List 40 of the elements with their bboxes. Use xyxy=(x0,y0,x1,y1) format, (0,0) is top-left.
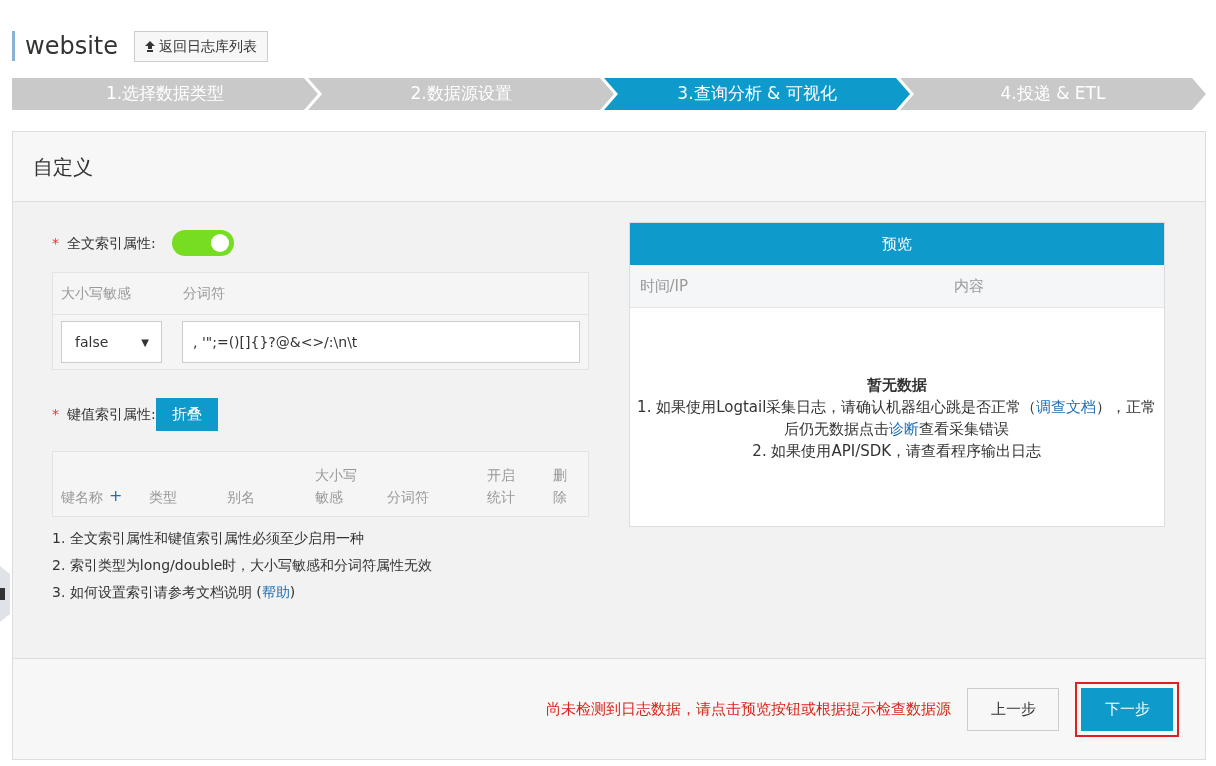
collapse-button[interactable]: 折叠 xyxy=(155,398,218,431)
link[interactable]: 诊断 xyxy=(889,420,920,438)
card-title: 自定义 xyxy=(13,132,1205,202)
preview-title: 预览 xyxy=(629,223,1164,265)
field-label: 全文索引属性: xyxy=(67,233,156,253)
column-header: 删除 xyxy=(552,465,568,507)
previous-button[interactable]: 上一步 xyxy=(967,687,1059,731)
warning-text: 尚未检测到日志数据，请点击预览按钮或根据提示检查数据源 xyxy=(546,698,951,720)
field-label: 键值索引属性: xyxy=(67,404,156,424)
column-header: 内容 xyxy=(953,275,984,297)
column-header: 开启统计 xyxy=(487,465,517,507)
next-button[interactable]: 下一步 xyxy=(1081,687,1173,731)
note-text: 1. 全文索引属性和键值索引属性必须至少启用一种 xyxy=(52,528,364,548)
column-header: 分词符 xyxy=(183,284,225,303)
side-tab-icon[interactable] xyxy=(0,566,10,622)
note-text: 2. 索引类型为long/double时，大小写敏感和分词符属性无效 xyxy=(52,555,433,575)
wizard-step[interactable]: 3.查询分析 & 可视化 xyxy=(604,78,910,110)
column-header: 分词符 xyxy=(387,487,431,507)
column-header: 时间/IP xyxy=(639,275,690,297)
upload-arrow-icon xyxy=(145,40,155,52)
empty-hint-text: 2. 如果使用API/SDK，请查看程序输出日志 xyxy=(751,441,1043,462)
toggle-switch[interactable] xyxy=(171,230,234,256)
note-text: 3. 如何设置索引请参考文档说明 (帮助) xyxy=(52,582,296,602)
link[interactable]: 调查文档 xyxy=(1036,398,1097,416)
empty-title: 暂无数据 xyxy=(866,375,927,396)
page-title: website xyxy=(12,31,118,61)
column-header: 键名称 xyxy=(61,487,103,507)
link[interactable]: 帮助 xyxy=(261,583,290,600)
column-header: 类型 xyxy=(149,487,178,507)
empty-hint-text: 1. 如果使用Logtail采集日志，请确认机器组心跳是否正常（调查文档），正常后仍无数据点击诊断查看采集错误 xyxy=(636,397,1158,440)
column-header: 大小写敏感 xyxy=(315,465,358,507)
required-asterisk: * xyxy=(52,404,59,424)
column-header: 大小写敏感 xyxy=(61,284,132,303)
dropdown-caret-icon: ▼ xyxy=(141,334,149,350)
case-select[interactable]: false ▼ xyxy=(61,321,162,363)
back-button[interactable]: 返回日志库列表 xyxy=(134,30,268,62)
add-key-button[interactable]: + xyxy=(109,483,123,508)
required-asterisk: * xyxy=(52,233,59,253)
column-header: 别名 xyxy=(227,487,256,507)
delimiter-input[interactable]: , '";=()[]{}?@&<>/:\n\t xyxy=(182,321,580,363)
